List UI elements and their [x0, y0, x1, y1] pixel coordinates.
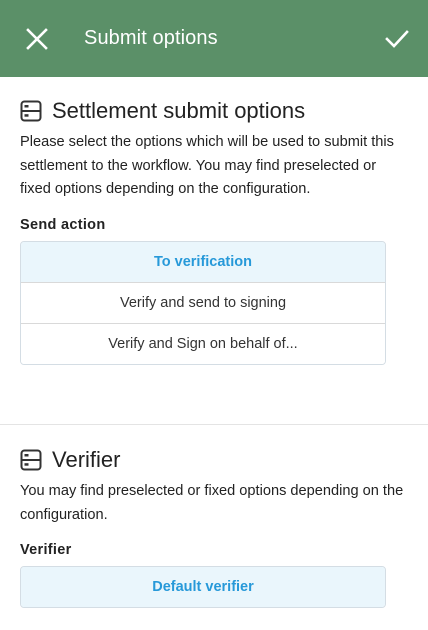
option-to-verification[interactable]: To verification [21, 241, 385, 282]
section-header: Verifier [20, 446, 408, 474]
send-action-label: Send action [20, 216, 106, 233]
server-icon [20, 449, 42, 471]
confirm-button[interactable] [382, 24, 412, 54]
option-verify-and-send-to-signing[interactable]: Verify and send to signing [21, 281, 385, 323]
option-default-verifier[interactable]: Default verifier [21, 567, 385, 607]
check-icon [385, 30, 409, 48]
server-icon [20, 100, 42, 122]
app-bar: Submit options [0, 0, 428, 77]
verifier-options: Default verifier [20, 566, 386, 608]
send-action-options: To verification Verify and send to signi… [20, 240, 386, 365]
section-description: You may find preselected or fixed option… [20, 483, 404, 523]
close-icon [26, 28, 48, 50]
page-title: Submit options [84, 27, 218, 49]
verifier-label: Verifier [20, 542, 72, 558]
verifier-section: Verifier You may find preselected or fix… [0, 429, 428, 608]
section-title: Settlement submit options [52, 98, 306, 123]
section-description: Please select the options which will be … [20, 134, 394, 197]
section-divider [0, 424, 428, 425]
settlement-options-section: Settlement submit options Please select … [0, 77, 428, 365]
section-header: Settlement submit options [20, 97, 408, 125]
option-verify-and-sign-on-behalf[interactable]: Verify and Sign on behalf of... [21, 322, 385, 364]
close-button[interactable] [22, 24, 52, 54]
section-title: Verifier [52, 447, 121, 472]
